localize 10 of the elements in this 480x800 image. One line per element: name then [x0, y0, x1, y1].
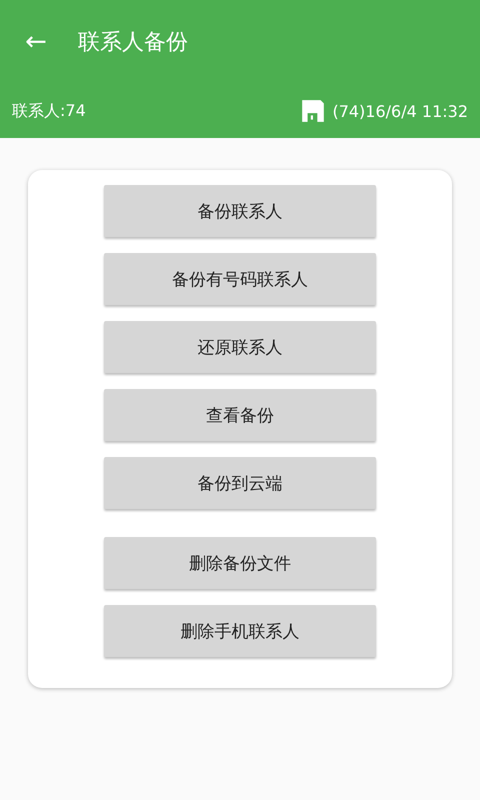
action-button[interactable]: 备份到云端 — [104, 457, 376, 509]
action-button[interactable]: 备份有号码联系人 — [104, 253, 376, 305]
action-button[interactable]: 查看备份 — [104, 389, 376, 441]
last-backup-time: (74)16/6/4 11:32 — [332, 102, 468, 120]
action-button[interactable]: 还原联系人 — [104, 321, 376, 373]
screen-title: 联系人备份 — [78, 29, 188, 57]
contact-count: 联系人:74 — [12, 100, 86, 122]
action-button[interactable]: 删除备份文件 — [104, 537, 376, 589]
action-button[interactable]: 备份联系人 — [104, 185, 376, 237]
action-button[interactable]: 删除手机联系人 — [104, 605, 376, 657]
